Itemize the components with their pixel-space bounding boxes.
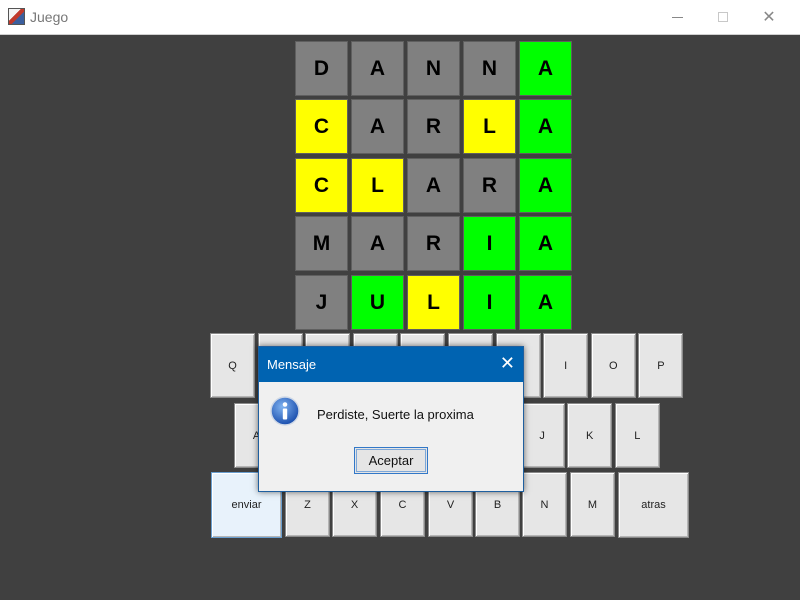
board-cell: C (295, 158, 348, 213)
board-cell: I (463, 216, 516, 271)
window-title: Juego (30, 9, 69, 25)
maximize-icon (718, 12, 728, 22)
atras-button[interactable]: atras (618, 472, 689, 538)
board-cell: N (463, 41, 516, 96)
dialog-title: Mensaje (267, 357, 317, 372)
maximize-button[interactable] (700, 0, 746, 34)
board-cell: A (519, 41, 572, 96)
board-cell: I (463, 275, 516, 330)
minimize-button[interactable] (654, 0, 700, 34)
app-icon (8, 8, 25, 25)
board-cell: A (407, 158, 460, 213)
message-dialog: Mensaje ✕ Perdiste, Suerte la proxima Ac… (258, 346, 524, 492)
board-cell: R (463, 158, 516, 213)
board-cell: A (519, 158, 572, 213)
dialog-close-icon[interactable]: ✕ (500, 353, 515, 373)
board-cell: A (519, 275, 572, 330)
key-i[interactable]: I (543, 333, 589, 398)
key-m[interactable]: M (570, 472, 615, 537)
board-cell: L (407, 275, 460, 330)
key-n[interactable]: N (522, 472, 567, 537)
key-p[interactable]: P (638, 333, 684, 398)
dialog-header: Mensaje ✕ (259, 347, 523, 382)
board-cell: J (295, 275, 348, 330)
board-cell: A (351, 216, 404, 271)
board-cell: M (295, 216, 348, 271)
window-titlebar: Juego ✕ (0, 0, 800, 35)
board-cell: C (295, 99, 348, 154)
accept-button[interactable]: Aceptar (354, 447, 428, 474)
game-area: DANNACARLACLARAMARIAJULIA QWERTYUIOPASDF… (0, 35, 800, 600)
board-cell: L (351, 158, 404, 213)
board-cell: U (351, 275, 404, 330)
close-button[interactable]: ✕ (746, 0, 792, 34)
board-cell: A (519, 99, 572, 154)
info-icon (270, 396, 300, 426)
dialog-message: Perdiste, Suerte la proxima (317, 407, 474, 422)
key-j[interactable]: J (519, 403, 565, 468)
key-k[interactable]: K (567, 403, 613, 468)
board-cell: R (407, 216, 460, 271)
key-o[interactable]: O (590, 333, 636, 398)
key-l[interactable]: L (614, 403, 660, 468)
board-cell: A (351, 41, 404, 96)
board-cell: N (407, 41, 460, 96)
close-icon: ✕ (762, 9, 776, 26)
board-cell: L (463, 99, 516, 154)
key-q[interactable]: Q (210, 333, 255, 398)
board-cell: A (351, 99, 404, 154)
board-cell: D (295, 41, 348, 96)
board-cell: R (407, 99, 460, 154)
minimize-icon (671, 16, 683, 18)
board-cell: A (519, 216, 572, 271)
